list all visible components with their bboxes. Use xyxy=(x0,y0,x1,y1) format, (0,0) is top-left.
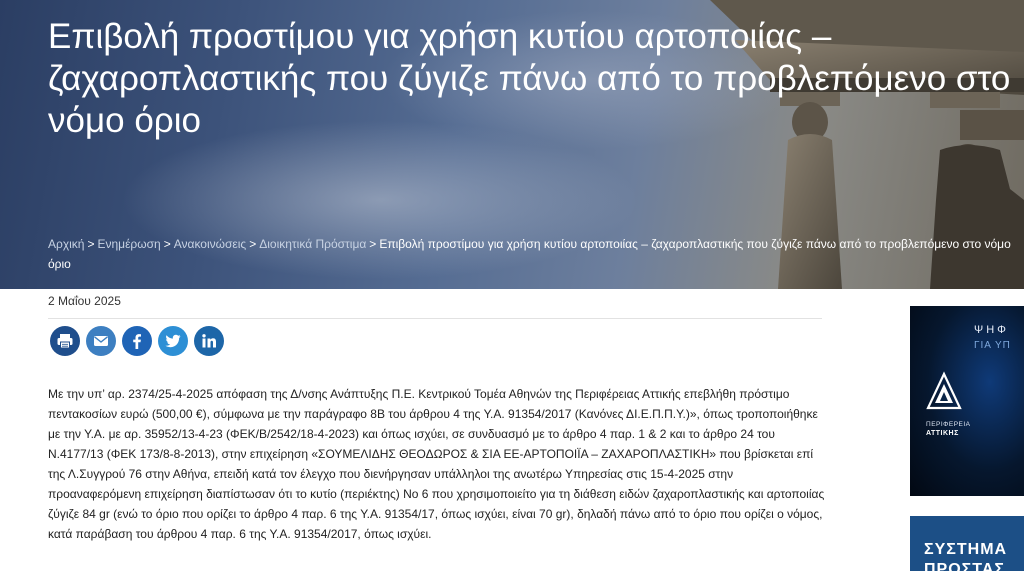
digital-services-banner[interactable]: ΨΗΦ ΓΙΑ ΥΠ ΠΕΡΙΦΕΡΕΙΑ ΑΤΤΙΚΗΣ xyxy=(910,306,1024,496)
breadcrumb: Αρχική > Ενημέρωση > Ανακοινώσεις > Διοικητικά… xyxy=(48,234,1018,274)
breadcrumb-link-fines[interactable]: Διοικητικά Πρόστιμα xyxy=(259,237,366,251)
page-title-line: νόμο όριο xyxy=(48,101,201,140)
facebook-share-button[interactable] xyxy=(122,326,152,356)
breadcrumb-separator: > xyxy=(87,237,95,251)
breadcrumb-link-home[interactable]: Αρχική xyxy=(48,237,84,251)
region-name: ΑΤΤΙΚΗΣ xyxy=(926,430,959,437)
breadcrumb-separator: > xyxy=(249,237,257,251)
date-divider xyxy=(48,318,822,319)
banner-subheading: ΓΙΑ ΥΠ xyxy=(974,340,1011,351)
twitter-share-button[interactable] xyxy=(158,326,188,356)
breadcrumb-separator: > xyxy=(369,237,377,251)
email-share-button[interactable] xyxy=(86,326,116,356)
breadcrumb-link-announcements[interactable]: Ανακοινώσεις xyxy=(174,237,247,251)
banner-title: ΣΥΣΤΗΜΑ xyxy=(924,541,1008,558)
page-title: Επιβολή προστίμου για χρήση κυτίου αρτοπ… xyxy=(48,16,1024,142)
breadcrumb-link-news[interactable]: Ενημέρωση xyxy=(97,237,160,251)
banner-title: ΠΡΟΣΤΑΣ xyxy=(924,561,1006,571)
protection-system-banner[interactable]: ΣΥΣΤΗΜΑ ΠΡΟΣΤΑΣ xyxy=(910,516,1024,571)
share-bar xyxy=(50,326,224,356)
post-date: 2 Μαΐου 2025 xyxy=(48,294,121,308)
linkedin-icon xyxy=(202,334,216,348)
facebook-icon xyxy=(133,334,141,349)
banner-heading: ΨΗΦ xyxy=(974,324,1009,336)
envelope-icon xyxy=(94,336,108,346)
twitter-icon xyxy=(165,334,181,348)
print-button[interactable] xyxy=(50,326,80,356)
region-label: ΠΕΡΙΦΕΡΕΙΑ xyxy=(926,421,971,428)
page-title-line: ζαχαροπλαστικής που ζύγιζε πάνω από το π… xyxy=(48,59,1011,98)
region-attica-logo-icon xyxy=(926,371,962,410)
print-icon xyxy=(57,334,73,349)
breadcrumb-separator: > xyxy=(163,237,171,251)
hero-banner: Επιβολή προστίμου για χρήση κυτίου αρτοπ… xyxy=(0,0,1024,289)
page-title-line: Επιβολή προστίμου για χρήση κυτίου αρτοπ… xyxy=(48,17,832,56)
article-body: Με την υπ’ αρ. 2374/25-4-2025 απόφαση τη… xyxy=(48,387,825,541)
linkedin-share-button[interactable] xyxy=(194,326,224,356)
